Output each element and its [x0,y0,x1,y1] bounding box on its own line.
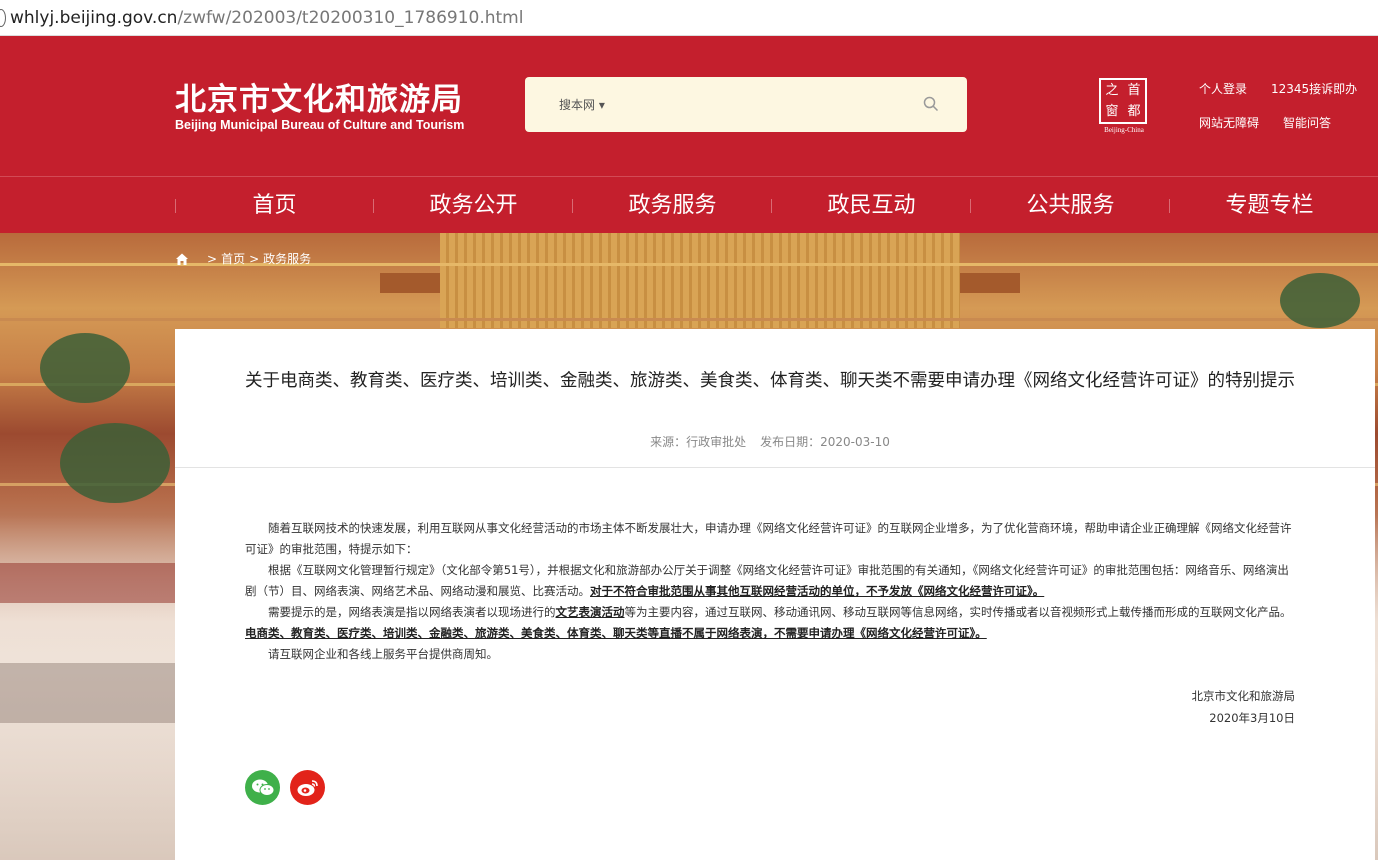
breadcrumb-separator: > [207,251,218,266]
bg-tree [1280,273,1360,328]
capital-window-logo[interactable]: 之 首 窗 都 Beijing-China [1095,78,1153,136]
nav-item-gov-affairs-open[interactable]: 政务公开 [374,177,573,234]
bg-roofline [0,318,1378,321]
site-info-icon[interactable] [0,8,6,27]
site-logo-title[interactable]: 北京市文化和旅游局 [175,74,463,119]
nav-item-interaction[interactable]: 政民互动 [772,177,971,234]
url-text[interactable]: whlyj.beijing.gov.cn/zwfw/202003/t202003… [10,8,523,28]
url-host: whlyj.beijing.gov.cn [10,7,178,28]
article-paragraph-1: 随着互联网技术的快速发展，利用互联网从事文化经营活动的市场主体不断发展壮大，申请… [245,521,1292,556]
bg-tree [40,333,130,403]
article-body: 随着互联网技术的快速发展，利用互联网从事文化经营活动的市场主体不断发展壮大，申请… [245,518,1295,665]
personal-login-link[interactable]: 个人登录 [1199,80,1247,97]
emphasis-text: 电商类、教育类、医疗类、培训类、金融类、旅游类、美食类、体育类、聊天类等直播不属… [245,626,987,640]
home-icon[interactable] [175,252,189,266]
share-wechat-button[interactable] [245,770,280,805]
bg-wall [0,663,175,723]
weibo-icon [297,779,318,796]
nav-item-gov-services[interactable]: 政务服务 [573,177,772,234]
article-paragraph-4: 请互联网企业和各线上服务平台提供商周知。 [268,647,498,661]
capital-logo-chars: 之 首 窗 都 [1101,80,1145,122]
bg-wall [0,563,175,603]
address-bar[interactable]: whlyj.beijing.gov.cn/zwfw/202003/t202003… [0,0,1378,36]
url-path: /zwfw/202003/t20200310_1786910.html [177,7,524,28]
bg-palace-roof [440,233,960,328]
nav-item-home[interactable]: 首页 [175,177,374,234]
signature-date: 2020年3月10日 [1209,711,1295,725]
emphasis-text: 文艺表演活动 [555,605,625,619]
signature-org: 北京市文化和旅游局 [1191,689,1296,703]
site-header: 北京市文化和旅游局 Beijing Municipal Bureau of Cu… [0,36,1378,176]
emphasis-text: 对于不符合审批范围从事其他互联网经营活动的单位，不予发放《网络文化经营许可证》。 [590,584,1045,598]
capital-char: 窗 [1105,104,1119,119]
article-title: 关于电商类、教育类、医疗类、培训类、金融类、旅游类、美食类、体育类、聊天类不需要… [245,371,1295,391]
capital-char: 都 [1127,104,1141,119]
capital-char: 首 [1127,83,1141,98]
article-meta: 来源：行政审批处 发布日期：2020-03-10 [175,433,1365,450]
share-weibo-button[interactable] [290,770,325,805]
search-scope-dropdown[interactable]: 搜本网 ▾ [559,96,605,113]
article-source: 来源：行政审批处 [650,435,747,449]
main-nav: 首页 政务公开 政务服务 政民互动 公共服务 专题专栏 [0,176,1378,233]
wechat-icon [251,779,274,796]
smart-qa-link[interactable]: 智能问答 [1283,114,1331,131]
capital-char: 之 [1105,83,1119,98]
site-logo-subtitle[interactable]: Beijing Municipal Bureau of Culture and … [175,118,464,132]
capital-logo-caption: Beijing-China [1104,126,1144,134]
paragraph-text: 需要提示的是，网络表演是指以网络表演者以现场进行的 [268,605,556,619]
accessibility-link[interactable]: 网站无障碍 [1199,114,1259,131]
hotline-12345-link[interactable]: 12345接诉即办 [1271,80,1357,97]
breadcrumb-separator: > [249,251,260,266]
article-panel: 关于电商类、教育类、医疗类、培训类、金融类、旅游类、美食类、体育类、聊天类不需要… [175,329,1375,860]
breadcrumb: > 首页 > 政务服务 [175,250,311,267]
paragraph-text: 等为主要内容，通过互联网、移动通讯网、移动互联网等信息网络，实时传播或者以音视频… [624,605,1292,619]
search-icon[interactable] [923,96,939,112]
article-paragraph-2: 根据《互联网文化管理暂行规定》（文化部令第51号），并根据文化和旅游部办公厅关于… [245,560,1295,602]
breadcrumb-gov-services[interactable]: 政务服务 [263,250,311,267]
search-box: 搜本网 ▾ [525,77,967,132]
nav-item-public-services[interactable]: 公共服务 [971,177,1170,234]
article-paragraph-3: 需要提示的是，网络表演是指以网络表演者以现场进行的文艺表演活动等为主要内容，通过… [245,602,1295,644]
search-input[interactable] [625,87,905,121]
title-divider [175,467,1375,468]
breadcrumb-home[interactable]: 首页 [221,250,245,267]
nav-item-special-topics[interactable]: 专题专栏 [1170,177,1369,234]
article-date: 发布日期：2020-03-10 [760,435,890,449]
bg-tree [60,423,170,503]
